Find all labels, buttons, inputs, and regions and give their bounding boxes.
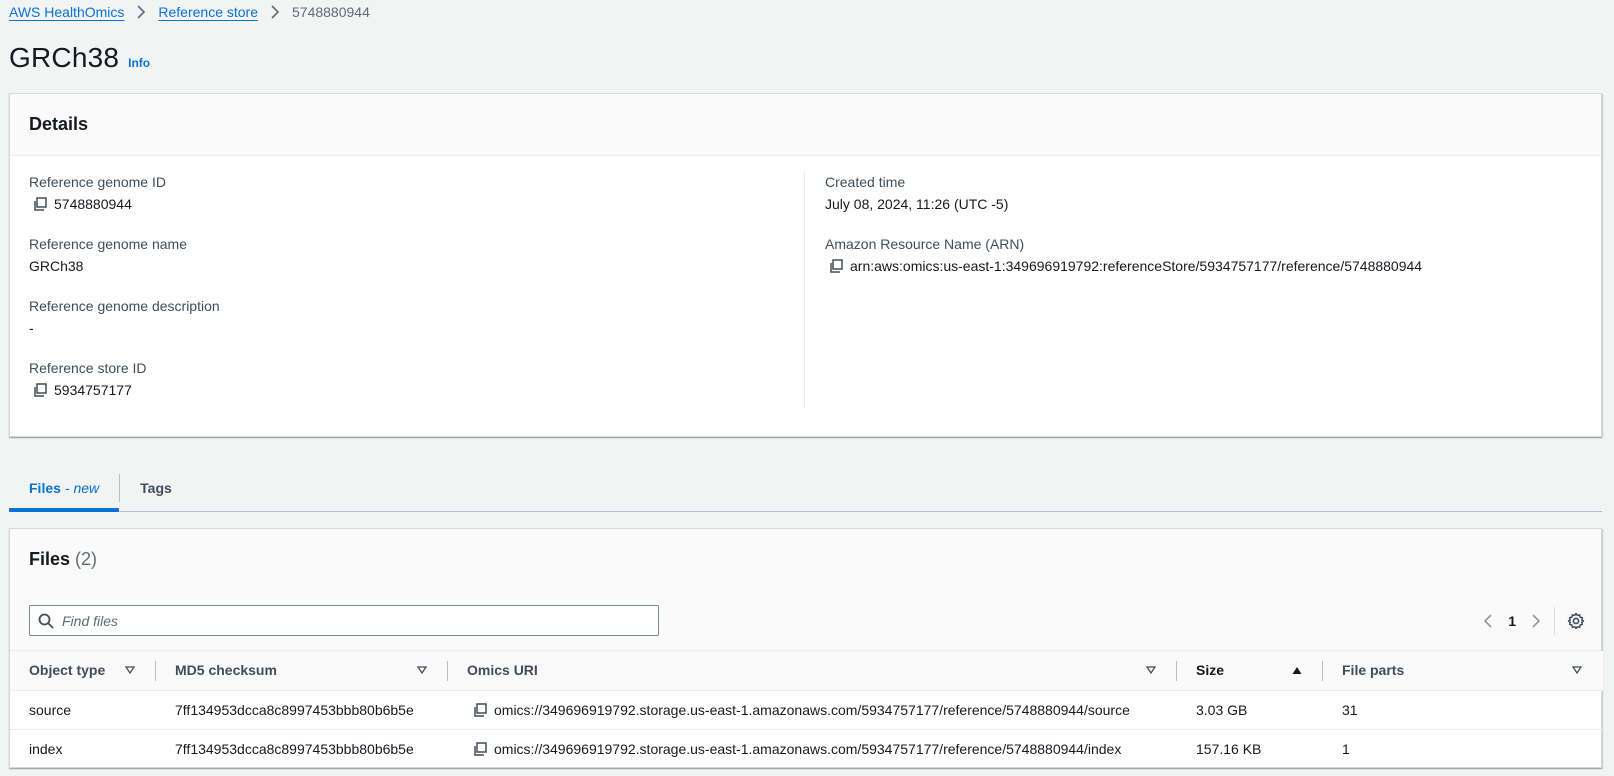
- table-header-row: Object type MD5 checksum Omics URI Size …: [10, 651, 1603, 691]
- caret-up-icon: [1291, 664, 1303, 676]
- cell-omics-uri: omics://349696919792.storage.us-east-1.a…: [448, 729, 1177, 768]
- files-header: Files (2) 1: [10, 529, 1601, 651]
- cell-size: 157.16 KB: [1196, 740, 1262, 757]
- caret-down-icon: [124, 664, 136, 676]
- kv-label: Reference genome description: [29, 298, 220, 314]
- cell-md5: 7ff134953dcca8c8997453bbb80b6b5e: [156, 690, 448, 730]
- details-grid: Reference genome ID 5748880944 Reference…: [10, 156, 1601, 408]
- breadcrumb: AWS HealthOmics Reference store 57488809…: [9, 0, 1604, 24]
- cell-omics-uri: omics://349696919792.storage.us-east-1.a…: [448, 690, 1177, 730]
- copy-icon[interactable]: [32, 382, 48, 398]
- kv-label: Amazon Resource Name (ARN): [825, 236, 1025, 252]
- files-count: (2): [75, 549, 98, 569]
- column-header-object-type[interactable]: Object type: [10, 651, 156, 691]
- column-header-file-parts[interactable]: File parts: [1323, 651, 1603, 691]
- page-header: GRCh38 Info: [9, 42, 1604, 78]
- gear-icon[interactable]: [1567, 612, 1585, 630]
- kv-reference-store-id: Reference store ID 5934757177: [29, 358, 784, 400]
- kv-value: arn:aws:omics:us-east-1:349696919792:ref…: [825, 256, 1582, 276]
- page-root: AWS HealthOmics Reference store 57488809…: [0, 0, 1614, 776]
- pager-divider: [1554, 607, 1555, 635]
- files-panel: Files (2) 1: [9, 528, 1603, 768]
- search-input[interactable]: [62, 612, 642, 629]
- chevron-right-icon: [136, 5, 146, 19]
- caret-down-icon: [1571, 664, 1583, 676]
- caret-down-icon: [1145, 664, 1157, 676]
- kv-label: Reference store ID: [29, 360, 147, 376]
- details-column-right: Created time July 08, 2024, 11:26 (UTC -…: [804, 172, 1582, 408]
- copy-icon[interactable]: [472, 741, 488, 757]
- breadcrumb-current: 5748880944: [292, 4, 370, 20]
- table-row: source 7ff134953dcca8c8997453bbb80b6b5e …: [10, 690, 1603, 730]
- kv-label: Created time: [825, 174, 906, 190]
- details-header: Details: [10, 94, 1601, 156]
- kv-label: Reference genome name: [29, 236, 187, 252]
- search-box: [29, 605, 659, 636]
- cell-file-parts: 31: [1323, 690, 1603, 730]
- uri-text: omics://349696919792.storage.us-east-1.a…: [494, 701, 1130, 718]
- page-number[interactable]: 1: [1508, 613, 1516, 629]
- page-title: GRCh38: [9, 42, 120, 73]
- chevron-right-icon: [270, 5, 280, 19]
- chevron-right-icon[interactable]: [1528, 613, 1544, 629]
- info-link[interactable]: Info: [128, 56, 150, 70]
- details-panel: Details Reference genome ID 5748880944 R…: [9, 93, 1602, 437]
- kv-reference-genome-name: Reference genome name GRCh38: [29, 234, 784, 276]
- uri-text: omics://349696919792.storage.us-east-1.a…: [494, 740, 1122, 757]
- tab-files-label: Files: [29, 479, 61, 496]
- cell-size: 3.03 GB: [1177, 690, 1323, 730]
- tab-tags[interactable]: Tags: [120, 464, 192, 511]
- breadcrumb-link-healthomics[interactable]: AWS HealthOmics: [9, 4, 124, 20]
- kv-value: July 08, 2024, 11:26 (UTC -5): [825, 196, 1009, 212]
- pagination: 1: [1480, 607, 1585, 635]
- kv-arn: Amazon Resource Name (ARN) arn:aws:omics…: [825, 234, 1582, 276]
- cell-object-type: source: [10, 690, 156, 730]
- breadcrumb-link-reference-store[interactable]: Reference store: [158, 4, 258, 20]
- kv-reference-genome-id: Reference genome ID 5748880944: [29, 172, 784, 214]
- cell-file-parts: 1: [1342, 740, 1350, 757]
- kv-value: 5934757177: [29, 380, 784, 400]
- search-icon: [38, 613, 54, 629]
- kv-created-time: Created time July 08, 2024, 11:26 (UTC -…: [825, 172, 1582, 214]
- tab-files-new-badge: - new: [64, 479, 100, 496]
- details-title: Details: [29, 114, 89, 134]
- reference-genome-id-value: 5748880944: [54, 196, 132, 212]
- kv-value: -: [29, 320, 34, 336]
- cell-md5: 7ff134953dcca8c8997453bbb80b6b5e: [175, 740, 414, 757]
- files-table: Object type MD5 checksum Omics URI Size …: [10, 651, 1603, 768]
- copy-icon[interactable]: [32, 196, 48, 212]
- files-title: Files (2): [29, 549, 98, 569]
- details-column-left: Reference genome ID 5748880944 Reference…: [29, 172, 804, 408]
- kv-value: 5748880944: [29, 194, 784, 214]
- kv-label: Reference genome ID: [29, 174, 166, 190]
- column-header-omics-uri[interactable]: Omics URI: [448, 651, 1177, 691]
- tab-list: Files - new Tags: [9, 464, 1602, 512]
- column-header-size[interactable]: Size: [1177, 651, 1323, 691]
- kv-value: GRCh38: [29, 258, 84, 274]
- kv-reference-genome-description: Reference genome description -: [29, 296, 784, 338]
- tab-tags-label: Tags: [140, 479, 172, 496]
- arn-value: arn:aws:omics:us-east-1:349696919792:ref…: [850, 258, 1423, 274]
- tab-files[interactable]: Files - new: [9, 464, 120, 512]
- table-row: index 7ff134953dcca8c8997453bbb80b6b5e o…: [10, 729, 1603, 768]
- cell-object-type: index: [29, 740, 63, 757]
- column-header-md5[interactable]: MD5 checksum: [156, 651, 448, 691]
- caret-down-icon: [416, 664, 428, 676]
- chevron-left-icon[interactable]: [1480, 613, 1496, 629]
- copy-icon[interactable]: [472, 702, 488, 718]
- copy-icon[interactable]: [828, 258, 844, 274]
- reference-store-id-value: 5934757177: [54, 382, 132, 398]
